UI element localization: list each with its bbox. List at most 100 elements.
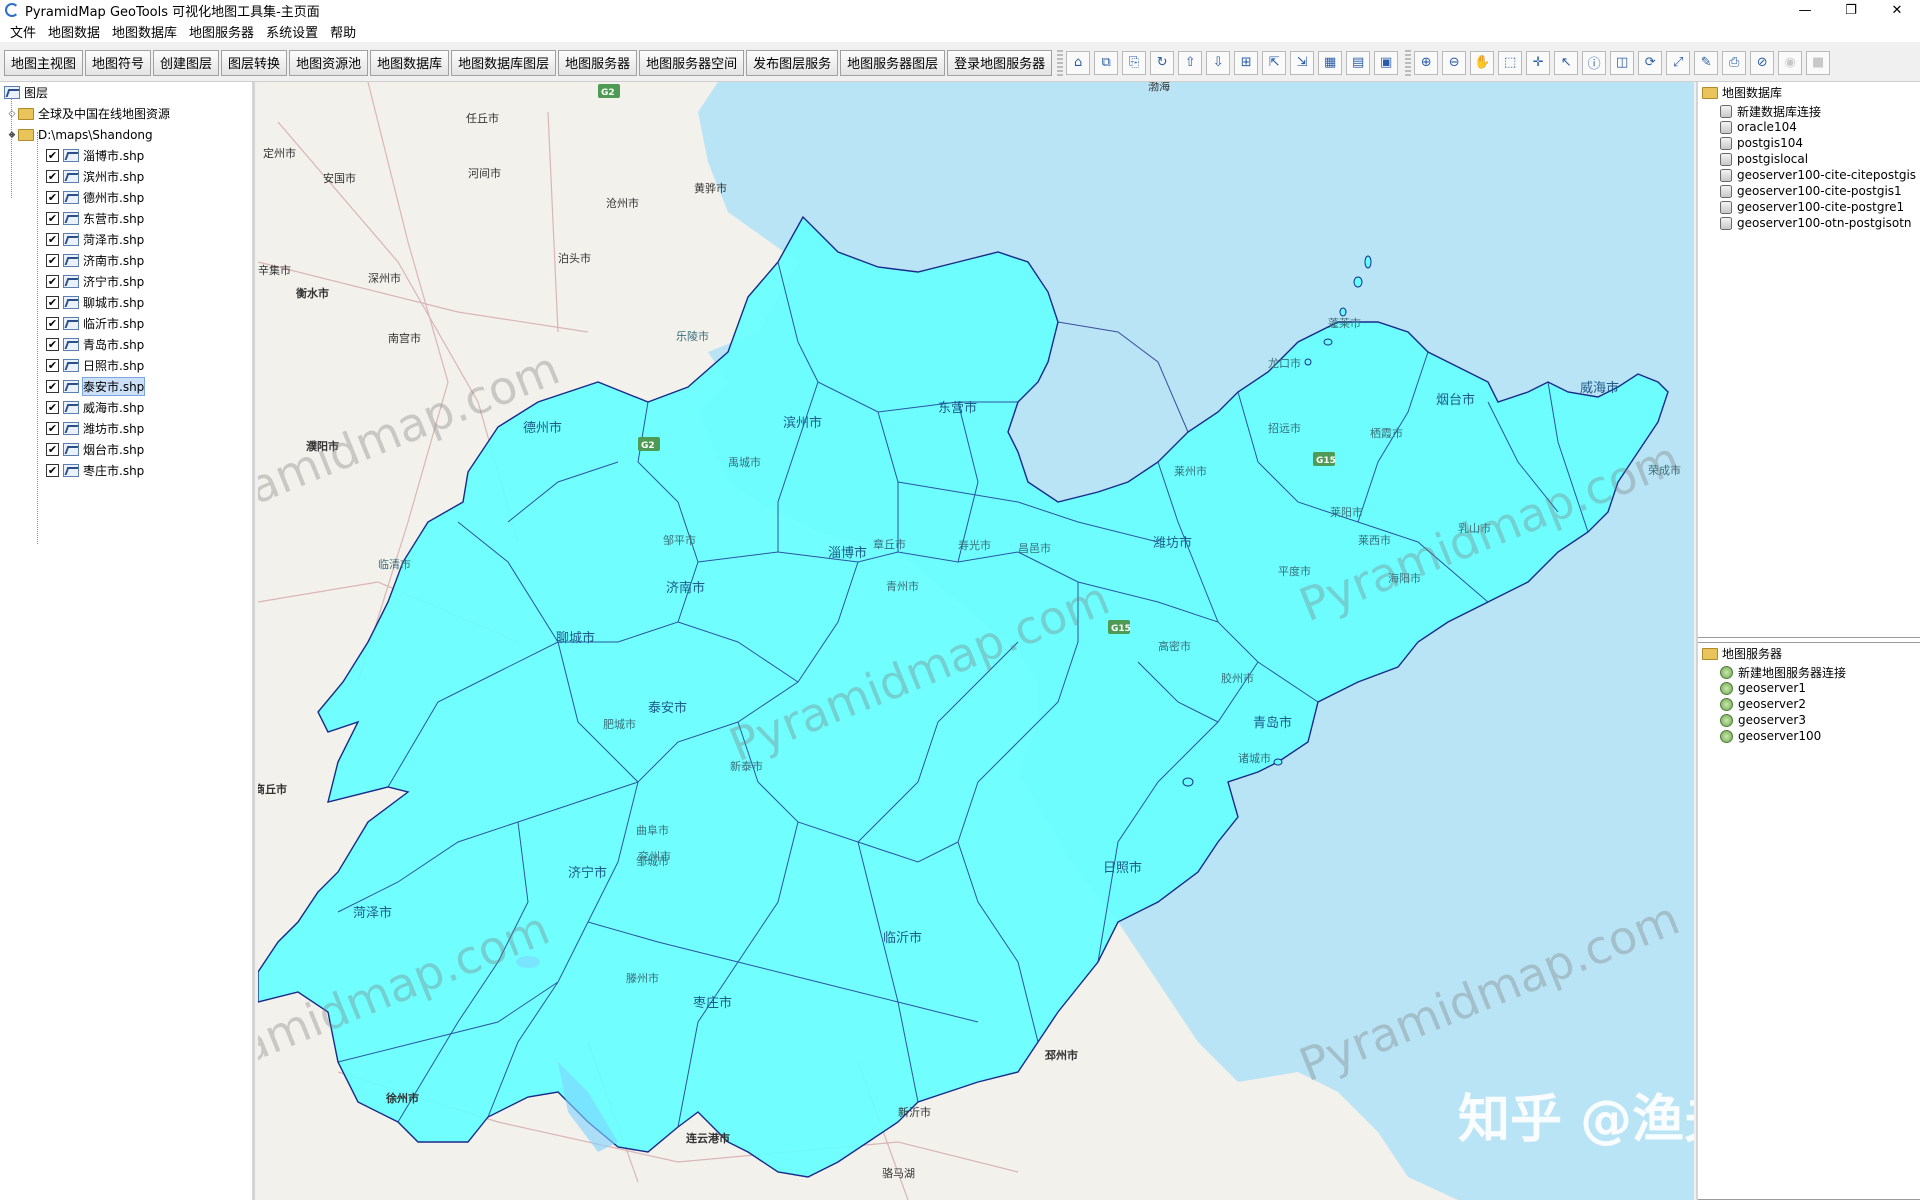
title-bar: PyramidMap GeoTools 可视化地图工具集-主页面 — ❐ ✕ [0, 0, 1920, 20]
neighbor-city-label: 沧州市 [606, 196, 639, 210]
map-symbol-button[interactable]: 地图符号 [85, 49, 152, 76]
layer-item-label: 德州市.shp [83, 191, 145, 205]
connection-item[interactable]: geoserver100-cite-postgre1 [1720, 199, 1920, 215]
zoom-in-icon[interactable]: ⊕ [1414, 50, 1439, 75]
connection-item[interactable]: postgis104 [1720, 135, 1920, 151]
connection-item[interactable]: geoserver2 [1720, 696, 1920, 712]
layer-visibility-checkbox[interactable]: ✔ [46, 149, 59, 162]
connection-item[interactable]: geoserver3 [1720, 712, 1920, 728]
layer-item-label: 烟台市.shp [83, 443, 145, 457]
map-canvas[interactable]: 德州市 滨州市 东营市 聊城市 济南市 淄博市 潍坊市 烟台市 威海市 泰安市 青岛市 日照市 临沂市 济… [258, 82, 1694, 1200]
stop-icon[interactable]: ◉ [1778, 50, 1803, 75]
polygon-layer-icon [63, 233, 79, 246]
map-database-button[interactable]: 地图数据库 [370, 49, 450, 76]
layer-visibility-checkbox[interactable]: ✔ [46, 275, 59, 288]
city-label: 青岛市 [1253, 715, 1292, 731]
info-icon[interactable]: ⓘ [1582, 50, 1607, 75]
layer-visibility-checkbox[interactable]: ✔ [46, 317, 59, 330]
full-extent-icon[interactable]: ⤢ [1666, 50, 1691, 75]
layer-tree-panel: 图层 ◇ 全球及中国在线地图资源 ◆ D:\maps\Shandong ✔ 淄博市… [0, 82, 255, 1200]
city-label: 枣庄市 [693, 995, 732, 1011]
layer-visibility-checkbox[interactable]: ✔ [46, 443, 59, 456]
online-resources-node[interactable]: ◇ 全球及中国在线地图资源 [0, 103, 252, 124]
login-server-button[interactable]: 登录地图服务器 [947, 49, 1053, 76]
new-connection-item[interactable]: 新建数据库连接 [1720, 103, 1920, 119]
connection-item[interactable]: geoserver100-cite-citepostgis [1720, 167, 1920, 183]
server-pane-header[interactable]: 地图服务器 [1698, 643, 1920, 664]
copy-icon[interactable]: ⧉ [1094, 50, 1119, 75]
layer-visibility-checkbox[interactable]: ✔ [46, 296, 59, 309]
collapse-icon[interactable]: ◆ [6, 130, 18, 140]
close-button[interactable]: ✕ [1874, 0, 1920, 20]
menu-map-server[interactable]: 地图服务器 [183, 22, 260, 41]
paste-icon[interactable]: ⎘ [1122, 50, 1147, 75]
connection-label: geoserver100-cite-citepostgis [1737, 168, 1917, 182]
layer-export-icon[interactable]: ⇱ [1262, 50, 1287, 75]
resource-pool-button[interactable]: 地图资源池 [289, 49, 369, 76]
city-label: 泰安市 [648, 700, 687, 716]
connection-item[interactable]: geoserver100-cite-postgis1 [1720, 183, 1920, 199]
connection-item[interactable]: geoserver1 [1720, 680, 1920, 696]
pointer-icon[interactable]: ↖ [1554, 50, 1579, 75]
layer-visibility-checkbox[interactable]: ✔ [46, 338, 59, 351]
map-svg[interactable]: 德州市 滨州市 东营市聊城市 济南市 淄博市 潍坊市 烟台市 威海市泰安市青岛市日照市临沂市 济… [258, 82, 1694, 1200]
expand-icon[interactable]: ◇ [6, 109, 18, 119]
server-workspace-button[interactable]: 地图服务器空间 [639, 49, 745, 76]
minimize-button[interactable]: — [1782, 0, 1828, 20]
polygon-layer-icon [63, 317, 79, 330]
center-icon[interactable]: ✛ [1526, 50, 1551, 75]
layer-down-icon[interactable]: ⇩ [1206, 50, 1231, 75]
new-connection-item[interactable]: 新建地图服务器连接 [1720, 664, 1920, 680]
menu-map-database[interactable]: 地图数据库 [106, 22, 183, 41]
layer-tree-root[interactable]: 图层 [0, 82, 252, 103]
maximize-button[interactable]: ❐ [1828, 0, 1874, 20]
window-controls: — ❐ ✕ [1782, 0, 1920, 20]
layer-visibility-checkbox[interactable]: ✔ [46, 254, 59, 267]
layer-props-icon[interactable]: ▣ [1374, 50, 1399, 75]
layer-table-icon[interactable]: ▦ [1318, 50, 1343, 75]
cancel-icon[interactable]: ⊘ [1750, 50, 1775, 75]
layer-item-label: 聊城市.shp [83, 296, 145, 310]
layer-convert-button[interactable]: 图层转换 [221, 49, 288, 76]
layer-visibility-checkbox[interactable]: ✔ [46, 401, 59, 414]
polygon-layer-icon [63, 296, 79, 309]
zoom-out-icon[interactable]: ⊖ [1442, 50, 1467, 75]
menu-file[interactable]: 文件 [4, 22, 42, 41]
edit-icon[interactable]: ✎ [1694, 50, 1719, 75]
layer-merge-icon[interactable]: ⊞ [1234, 50, 1259, 75]
menu-settings[interactable]: 系统设置 [260, 22, 324, 41]
connection-item[interactable]: geoserver100 [1720, 728, 1920, 744]
create-layer-button[interactable]: 创建图层 [153, 49, 220, 76]
layer-visibility-checkbox[interactable]: ✔ [46, 170, 59, 183]
layer-import-icon[interactable]: ⇲ [1290, 50, 1315, 75]
layer-style-icon[interactable]: ▤ [1346, 50, 1371, 75]
layer-visibility-checkbox[interactable]: ✔ [46, 380, 59, 393]
home-icon[interactable]: ⌂ [1066, 50, 1091, 75]
layer-visibility-checkbox[interactable]: ✔ [46, 464, 59, 477]
layer-visibility-checkbox[interactable]: ✔ [46, 212, 59, 225]
connection-item[interactable]: geoserver100-otn-postgisotn [1720, 215, 1920, 231]
connection-item[interactable]: postgislocal [1720, 151, 1920, 167]
layer-visibility-checkbox[interactable]: ✔ [46, 422, 59, 435]
layer-up-icon[interactable]: ⇧ [1178, 50, 1203, 75]
database-pane-header[interactable]: 地图数据库 [1698, 82, 1920, 103]
server-layer-button[interactable]: 地图服务器图层 [840, 49, 946, 76]
select-rect-icon[interactable]: ⬚ [1498, 50, 1523, 75]
map-server-button[interactable]: 地图服务器 [558, 49, 638, 76]
menu-map-data[interactable]: 地图数据 [42, 22, 106, 41]
disabled-icon[interactable]: ■ [1806, 50, 1831, 75]
reload-icon[interactable]: ⟳ [1638, 50, 1663, 75]
print-icon[interactable]: ⎙ [1722, 50, 1747, 75]
measure-icon[interactable]: ◫ [1610, 50, 1635, 75]
layer-visibility-checkbox[interactable]: ✔ [46, 233, 59, 246]
menu-help[interactable]: 帮助 [324, 22, 362, 41]
map-main-view-button[interactable]: 地图主视图 [4, 49, 84, 76]
server-icon [1720, 729, 1733, 743]
layer-visibility-checkbox[interactable]: ✔ [46, 359, 59, 372]
refresh-layer-icon[interactable]: ↻ [1150, 50, 1175, 75]
connection-item[interactable]: oracle104 [1720, 119, 1920, 135]
publish-layer-service-button[interactable]: 发布图层服务 [746, 49, 839, 76]
pan-hand-icon[interactable]: ✋ [1470, 50, 1495, 75]
database-layer-button[interactable]: 地图数据库图层 [451, 49, 557, 76]
layer-visibility-checkbox[interactable]: ✔ [46, 191, 59, 204]
